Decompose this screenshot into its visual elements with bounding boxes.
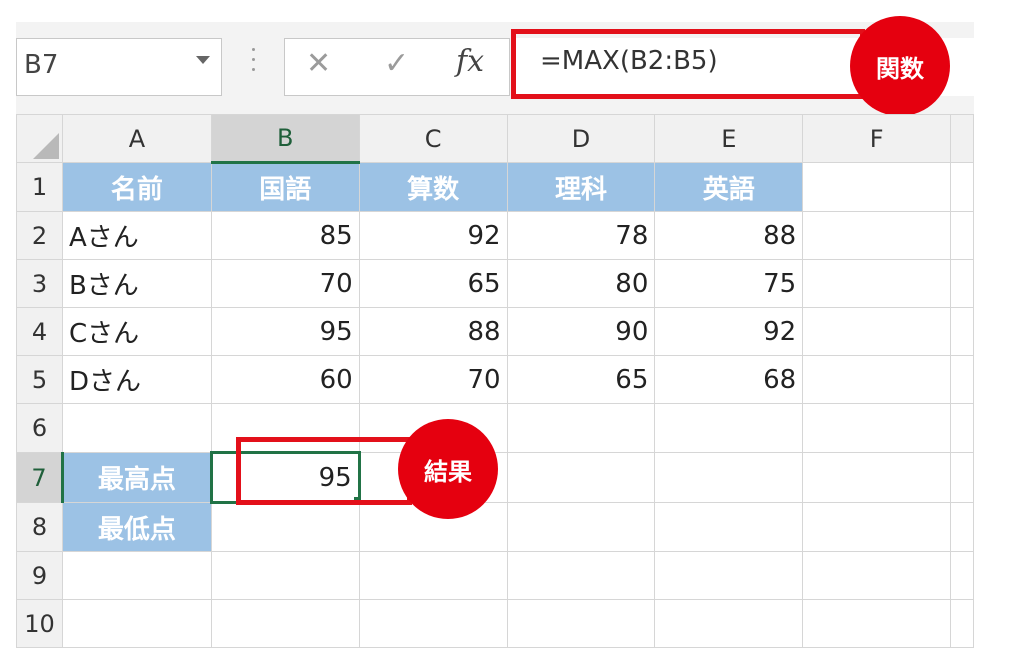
- spreadsheet-grid: A B C D E F 1 名前 国語 算数 理科 英語 2 Aさん 85 92…: [16, 114, 974, 648]
- cell-d7[interactable]: [506, 452, 656, 503]
- cell-b2[interactable]: 85: [210, 211, 360, 260]
- row-header-4[interactable]: 4: [16, 307, 63, 356]
- cell-f5[interactable]: [802, 355, 951, 404]
- cell-e2[interactable]: 88: [654, 211, 804, 260]
- cell-a7[interactable]: 最高点: [61, 452, 212, 503]
- cell-a4[interactable]: Cさん: [61, 307, 212, 356]
- formula-highlight-box: [511, 29, 865, 99]
- cell-c5[interactable]: 70: [358, 355, 508, 404]
- row-header-10[interactable]: 10: [16, 599, 63, 648]
- column-header-c[interactable]: C: [358, 114, 508, 163]
- row-header-8[interactable]: 8: [16, 502, 63, 552]
- cell-g5[interactable]: [950, 355, 974, 404]
- cell-e6[interactable]: [654, 403, 804, 453]
- cell-f2[interactable]: [802, 211, 951, 260]
- name-box-value: B7: [24, 50, 59, 80]
- cell-a5[interactable]: Dさん: [61, 355, 212, 404]
- cell-d6[interactable]: [506, 403, 656, 453]
- cell-e7[interactable]: [654, 452, 804, 503]
- insert-function-icon[interactable]: fx: [456, 44, 484, 79]
- cell-f7[interactable]: [802, 452, 951, 503]
- cell-b1[interactable]: 国語: [210, 162, 360, 212]
- select-all-icon: [32, 133, 59, 159]
- cell-g4[interactable]: [950, 307, 974, 356]
- column-header-a[interactable]: A: [61, 114, 212, 163]
- cell-g3[interactable]: [950, 259, 974, 308]
- row-header-7[interactable]: 7: [16, 452, 64, 503]
- cell-g2[interactable]: [950, 211, 974, 260]
- cell-e10[interactable]: [654, 599, 804, 648]
- cell-c10[interactable]: [358, 599, 508, 648]
- cell-e8[interactable]: [654, 502, 804, 552]
- cell-g10[interactable]: [950, 599, 974, 648]
- result-badge: 結果: [398, 419, 498, 519]
- cell-f4[interactable]: [802, 307, 951, 356]
- column-header-e[interactable]: E: [654, 114, 804, 163]
- grip-dots-icon[interactable]: [252, 48, 256, 84]
- cell-c2[interactable]: 92: [358, 211, 508, 260]
- cell-b5[interactable]: 60: [210, 355, 360, 404]
- select-all-corner[interactable]: [16, 114, 63, 163]
- cell-g8[interactable]: [950, 502, 974, 552]
- check-icon[interactable]: ✓: [384, 46, 409, 81]
- cell-c9[interactable]: [358, 551, 508, 600]
- cell-e3[interactable]: 75: [654, 259, 804, 308]
- cancel-x-icon[interactable]: ✕: [306, 46, 331, 81]
- cell-e9[interactable]: [654, 551, 804, 600]
- cell-g1[interactable]: [950, 162, 974, 212]
- cell-d10[interactable]: [506, 599, 656, 648]
- row-header-2[interactable]: 2: [16, 211, 63, 260]
- sheet-table: A B C D E F 1 名前 国語 算数 理科 英語 2 Aさん 85 92…: [16, 114, 974, 648]
- cell-g7[interactable]: [950, 452, 974, 503]
- cell-b3[interactable]: 70: [210, 259, 360, 308]
- column-header-b[interactable]: B: [210, 114, 360, 164]
- cell-f3[interactable]: [802, 259, 951, 308]
- cell-f10[interactable]: [802, 599, 951, 648]
- cell-d5[interactable]: 65: [506, 355, 656, 404]
- cell-a3[interactable]: Bさん: [61, 259, 212, 308]
- row-header-5[interactable]: 5: [16, 355, 63, 404]
- cell-a10[interactable]: [61, 599, 212, 648]
- row-header-6[interactable]: 6: [16, 403, 63, 453]
- cell-d9[interactable]: [506, 551, 656, 600]
- cell-c4[interactable]: 88: [358, 307, 508, 356]
- column-header-g[interactable]: [950, 114, 974, 163]
- cell-b4[interactable]: 95: [210, 307, 360, 356]
- column-header-f[interactable]: F: [802, 114, 951, 163]
- column-header-d[interactable]: D: [506, 114, 656, 163]
- cell-b10[interactable]: [210, 599, 360, 648]
- cell-e5[interactable]: 68: [654, 355, 804, 404]
- function-badge: 関数: [850, 16, 950, 116]
- row-header-9[interactable]: 9: [16, 551, 63, 600]
- row-header-3[interactable]: 3: [16, 259, 63, 308]
- row-header-1[interactable]: 1: [16, 162, 63, 212]
- cell-a2[interactable]: Aさん: [61, 211, 212, 260]
- cell-f6[interactable]: [802, 403, 951, 453]
- cell-a9[interactable]: [61, 551, 212, 600]
- cell-d2[interactable]: 78: [506, 211, 656, 260]
- cell-c1[interactable]: 算数: [358, 162, 508, 212]
- cell-a8[interactable]: 最低点: [61, 502, 212, 552]
- cell-b8[interactable]: [210, 502, 360, 552]
- cell-g6[interactable]: [950, 403, 974, 453]
- cell-d4[interactable]: 90: [506, 307, 656, 356]
- cell-e4[interactable]: 92: [654, 307, 804, 356]
- cell-f1[interactable]: [802, 162, 951, 212]
- cell-c3[interactable]: 65: [358, 259, 508, 308]
- cell-d3[interactable]: 80: [506, 259, 656, 308]
- cell-b9[interactable]: [210, 551, 360, 600]
- cell-g9[interactable]: [950, 551, 974, 600]
- result-highlight-box: [236, 437, 412, 505]
- cell-a1[interactable]: 名前: [61, 162, 212, 212]
- cell-d1[interactable]: 理科: [506, 162, 656, 212]
- cell-f9[interactable]: [802, 551, 951, 600]
- name-box-dropdown-icon[interactable]: [196, 56, 210, 64]
- cell-f8[interactable]: [802, 502, 951, 552]
- cell-e1[interactable]: 英語: [654, 162, 804, 212]
- cell-a6[interactable]: [61, 403, 212, 453]
- cell-d8[interactable]: [506, 502, 656, 552]
